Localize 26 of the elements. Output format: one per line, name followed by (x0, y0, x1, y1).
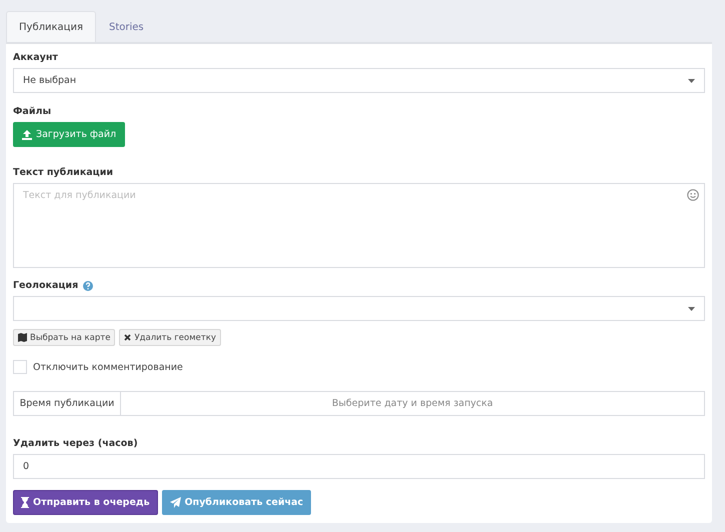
help-icon[interactable] (83, 280, 94, 290)
queue-button[interactable]: Отправить в очередь (13, 490, 158, 515)
close-icon (124, 334, 132, 341)
checkbox-label: Отключить комментирование (33, 362, 183, 372)
field-label-text: Геолокация (13, 280, 78, 291)
tab[interactable]: Stories (96, 11, 157, 42)
account-select[interactable]: Не выбран (13, 68, 705, 93)
field-label: Текст публикации (13, 167, 114, 178)
map-icon (18, 333, 27, 342)
tab[interactable]: Публикация (6, 11, 96, 42)
paper-plane-icon (170, 497, 181, 508)
hours-input[interactable]: 0 (13, 454, 705, 479)
hourglass-icon (21, 497, 29, 508)
remove-button[interactable]: Удалить геометку (119, 329, 221, 346)
field-label: Аккаунт (13, 52, 59, 63)
dropdown-caret-icon (688, 78, 695, 82)
checkbox[interactable] (13, 360, 27, 374)
text-area[interactable]: Текст для публикации (13, 183, 705, 268)
map-button[interactable]: Выбрать на карте (13, 329, 116, 346)
dropdown-caret-icon (688, 306, 695, 310)
date-time-input[interactable]: Выберите дату и время запуска (121, 391, 705, 416)
field-label: Файлы (13, 106, 52, 117)
upload-icon (22, 130, 32, 140)
input-addon: Время публикации (13, 391, 121, 416)
smiley-icon[interactable] (687, 189, 699, 201)
field-label: Удалить через (часов) (13, 438, 139, 449)
